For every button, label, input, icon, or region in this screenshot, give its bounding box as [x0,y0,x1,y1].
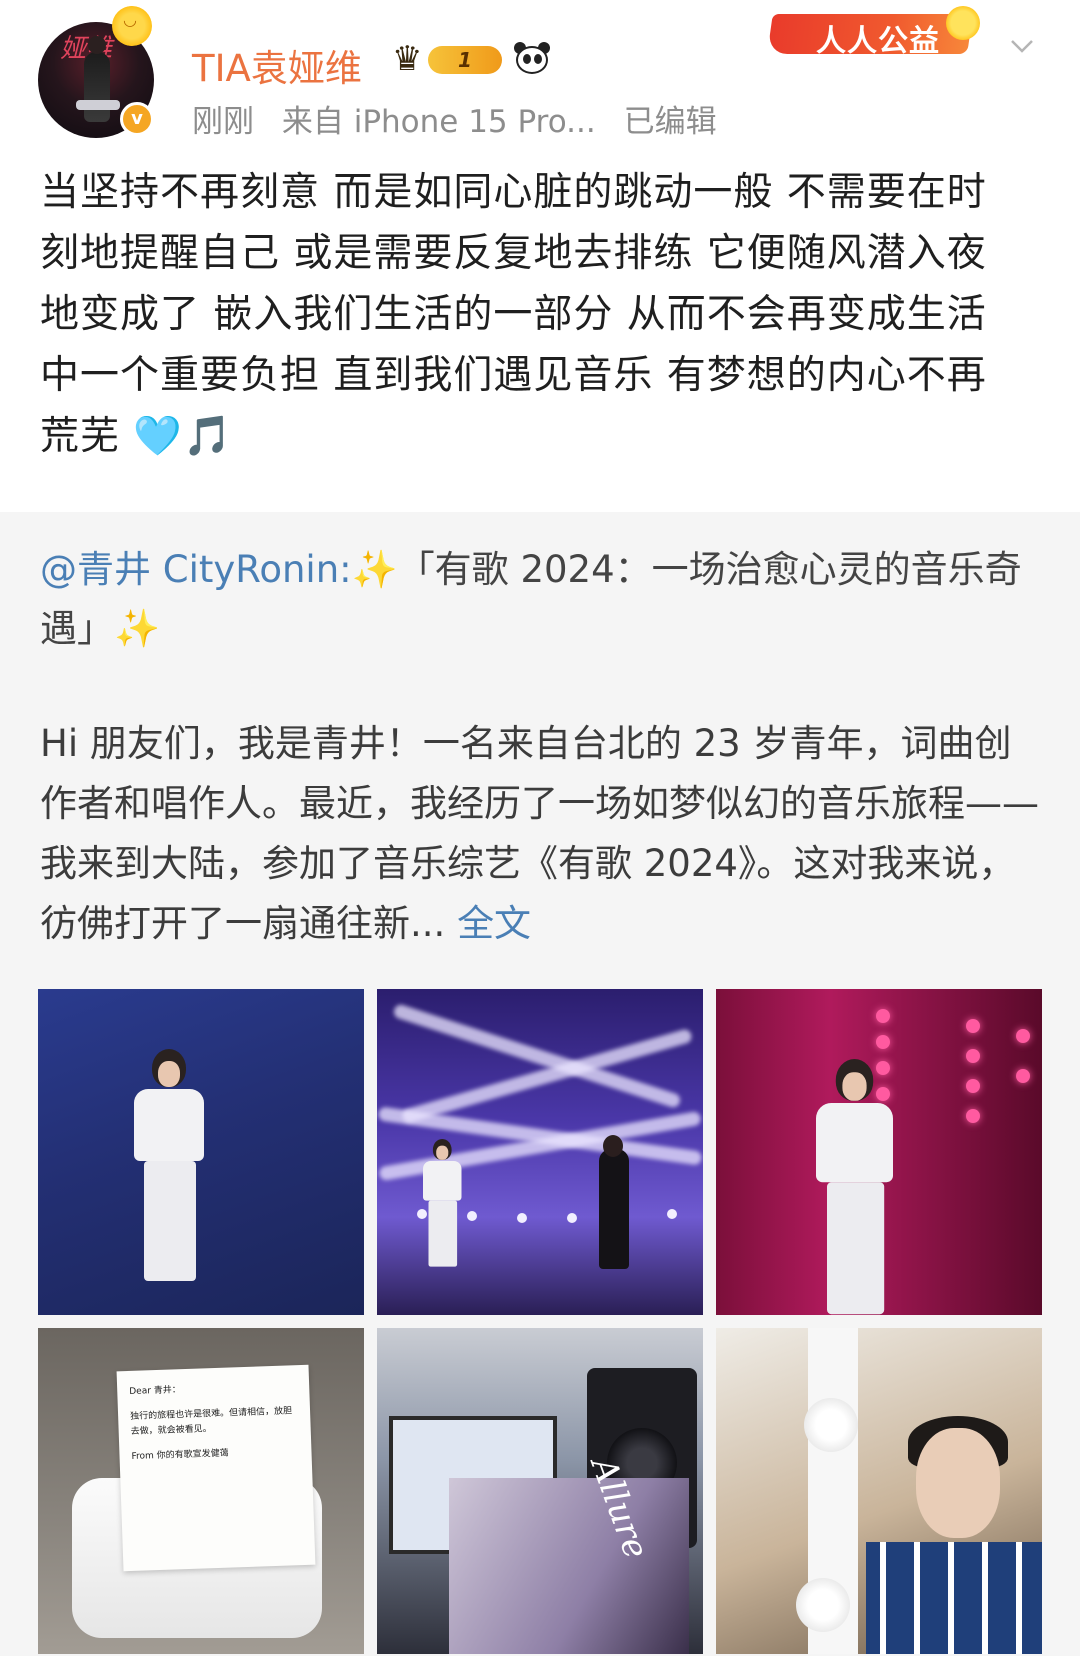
verified-icon: v [120,102,154,136]
vip-level: 1 [428,46,502,74]
post-source: 来自 iPhone 15 Pro... [281,104,596,140]
post-time: 刚刚 [192,104,254,140]
repost-body: Hi 朋友们，我是青井！一名来自台北的 23 岁青年，词曲创作者和唱作人。最近，… [40,714,1040,954]
photo-thumbnail[interactable] [716,989,1042,1315]
repost-card[interactable]: @青井 CityRonin:✨「有歌 2024：一场治愈心灵的音乐奇遇」✨ Hi… [0,512,1080,1656]
chevron-down-icon[interactable] [1010,34,1034,58]
edited-label[interactable]: 已编辑 [624,104,717,140]
person-image [916,1428,1000,1538]
repost-title: @青井 CityRonin:✨「有歌 2024：一场治愈心灵的音乐奇遇」✨ [40,540,1030,658]
photo-thumbnail[interactable]: Allure [377,1328,703,1654]
username[interactable]: TIA袁娅维 [192,38,362,92]
plaid-shirt [866,1542,1042,1654]
receipt-note: Dear 青井： 独行的旅程也许是很难。但请相信，放胆去做，就会被看见。 Fro… [116,1364,316,1572]
sun-icon [112,6,152,46]
mention-link[interactable]: @青井 CityRonin: [40,548,352,591]
photo-thumbnail[interactable] [716,1328,1042,1654]
panda-icon [512,40,552,78]
sparkle-icon: ✨ [351,548,398,591]
lightbulb-image [796,1578,850,1632]
repost-body-text: Hi 朋友们，我是青井！一名来自台北的 23 岁青年，词曲创作者和唱作人。最近，… [40,722,1039,945]
receipt-message: 独行的旅程也许是很难。但请相信，放胆去做，就会被看见。 [129,1406,293,1437]
charity-badge-label: 人人公益 [816,24,940,59]
post-meta: 刚刚 来自 iPhone 15 Pro... 已编辑 [192,96,735,141]
photo-thumbnail[interactable] [377,989,703,1315]
sun-icon [946,6,980,40]
photo-grid: Dear 青井： 独行的旅程也许是很难。但请相信，放胆去做，就会被看见。 Fro… [38,989,1044,1659]
photo-thumbnail[interactable]: Dear 青井： 独行的旅程也许是很难。但请相信，放胆去做，就会被看见。 Fro… [38,1328,364,1654]
avatar-figure [76,36,120,122]
post-text: 当坚持不再刻意 而是如同心脏的跳动一般 不需要在时刻地提醒自己 或是需要反复地去… [40,170,987,459]
lightbulb-image [804,1398,858,1452]
fulltext-link[interactable]: 全文 [457,902,531,945]
charity-badge[interactable]: 人人公益 [767,6,992,59]
post-header: 娅维 v TIA袁娅维 ♛ 1 刚刚 来自 iPhone 15 Pro... 已… [0,0,1080,155]
receipt-signature: From 你的有歌宣发健蔼 [131,1448,229,1462]
vip-badge[interactable]: ♛ 1 [392,40,504,78]
sparkle-icon: ✨ [114,607,161,650]
crown-icon: ♛ [392,39,423,79]
album-cover: Allure [449,1452,689,1654]
receipt-greeting: Dear 青井： [129,1385,181,1397]
photo-thumbnail[interactable] [38,989,364,1315]
